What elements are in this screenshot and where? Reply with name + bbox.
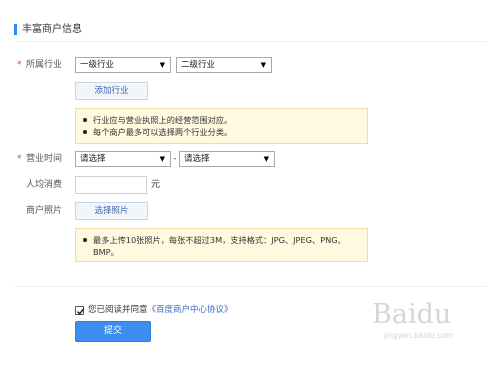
industry-level1-select[interactable]: 一级行业 ▼: [75, 57, 171, 73]
checkmark-icon: [77, 308, 85, 315]
avg-spend-unit: 元: [151, 180, 161, 190]
section-divider: [14, 41, 486, 42]
watermark-url: jingyan.baidu.com: [384, 331, 454, 340]
hours-separator: -: [173, 154, 177, 164]
add-industry-button[interactable]: 添加行业: [75, 82, 148, 100]
avg-spend-label: 人均消费: [25, 180, 62, 190]
avg-spend-input[interactable]: [75, 176, 147, 194]
dropdown-arrow-icon: ▼: [263, 155, 269, 163]
submit-button[interactable]: 提交: [75, 321, 151, 342]
watermark-logo: Baidu: [372, 299, 452, 330]
dropdown-arrow-icon: ▼: [260, 61, 266, 69]
industry-note-1: 行业应与营业执照上的经营范围对应。: [82, 114, 361, 126]
hours-start-select[interactable]: 请选择 ▼: [75, 151, 171, 167]
form-divider: [14, 286, 486, 287]
hours-end-select[interactable]: 请选择 ▼: [179, 151, 275, 167]
hours-end-value: 请选择: [184, 154, 210, 164]
hours-label: 营业时间: [25, 154, 62, 164]
industry-level2-select[interactable]: 二级行业 ▼: [176, 57, 272, 73]
dropdown-arrow-icon: ▼: [159, 155, 165, 163]
industry-level1-value: 一级行业: [80, 60, 115, 70]
agreement-checkbox[interactable]: [75, 306, 85, 315]
industry-note-2: 每个商户最多可以选择两个行业分类。: [82, 126, 361, 138]
industry-notice: 行业应与营业执照上的经营范围对应。 每个商户最多可以选择两个行业分类。: [75, 108, 368, 144]
section-title: 丰富商户信息: [22, 24, 82, 35]
agreement-text: 您已阅读并同意《百度商户中心协议》: [88, 304, 233, 317]
industry-required-mark: *: [17, 60, 22, 70]
photos-label: 商户照片: [25, 206, 62, 216]
hours-start-value: 请选择: [80, 154, 106, 164]
photos-notice: 最多上传10张照片，每张不超过3M，支持格式：JPG、JPEG、PNG、BMP。: [75, 228, 368, 262]
dropdown-arrow-icon: ▼: [159, 61, 165, 69]
industry-level2-value: 二级行业: [181, 60, 216, 70]
photos-note: 最多上传10张照片，每张不超过3M，支持格式：JPG、JPEG、PNG、BMP。: [82, 234, 361, 258]
agreement-link[interactable]: 《百度商户中心协议》: [148, 305, 233, 315]
industry-label: 所属行业: [25, 60, 62, 70]
section-accent-bar: [14, 24, 17, 35]
hours-required-mark: *: [17, 154, 22, 164]
select-photos-button[interactable]: 选择照片: [75, 202, 148, 220]
agreement-prefix: 您已阅读并同意: [88, 305, 148, 315]
